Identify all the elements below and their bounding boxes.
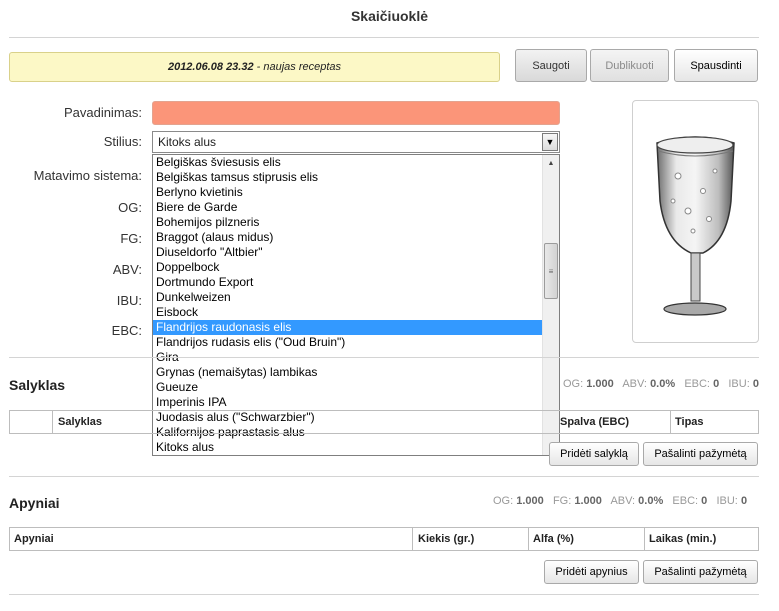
dropdown-option[interactable]: Gueuze	[153, 380, 543, 395]
name-label: Pavadinimas:	[63, 105, 142, 120]
divider	[9, 37, 759, 38]
dropdown-option[interactable]: Belgiškas šviesusis elis	[153, 155, 543, 170]
print-button[interactable]: Spausdinti	[674, 49, 758, 82]
malt-col-type: Tipas	[675, 416, 704, 428]
malt-ebc-value: 0	[713, 378, 720, 390]
hops-col-time: Laikas (min.)	[649, 533, 717, 545]
name-input[interactable]	[152, 101, 560, 125]
notice-date: 2012.06.08 23.32	[167, 61, 254, 73]
malt-og-value: 1.000	[586, 378, 614, 390]
save-button[interactable]: Saugoti	[515, 49, 587, 82]
dropdown-option[interactable]: Berlyno kvietinis	[153, 185, 543, 200]
malt-og-label: OG:	[563, 378, 584, 390]
og-label: OG:	[118, 200, 142, 215]
add-malt-button[interactable]: Pridėti salyklą	[549, 442, 639, 466]
hops-ebc-value: 0	[701, 495, 708, 507]
dropdown-option[interactable]: Doppelbock	[153, 260, 543, 275]
divider	[9, 357, 759, 358]
hops-abv-value: 0.0%	[638, 495, 664, 507]
dropdown-option[interactable]: Braggot (alaus midus)	[153, 230, 543, 245]
scroll-thumb[interactable]: ≡	[544, 243, 558, 299]
malt-col-name: Salyklas	[58, 416, 103, 428]
abv-label: ABV:	[112, 262, 142, 277]
hops-fg-value: 1.000	[574, 495, 602, 507]
recipe-notice: 2012.06.08 23.32 - naujas receptas	[9, 52, 500, 82]
hops-ibu-value: 0	[740, 495, 748, 507]
ibu-label: IBU:	[116, 293, 142, 308]
ebc-label: EBC:	[111, 323, 142, 338]
dropdown-option[interactable]: Grynas (nemaišytas) lambikas	[153, 365, 543, 380]
add-hops-button[interactable]: Pridėti apynius	[544, 560, 639, 584]
dropdown-option[interactable]: Dortmundo Export	[153, 275, 543, 290]
measure-system-label: Matavimo sistema:	[33, 168, 142, 183]
remove-selected-malt-button[interactable]: Pašalinti pažymėtą	[643, 442, 758, 466]
dropdown-option[interactable]: Flandrijos raudonasis elis	[153, 320, 543, 335]
malt-ibu-label: IBU:	[728, 378, 750, 390]
malt-ebc-label: EBC:	[684, 378, 710, 390]
hops-col-amount: Kiekis (gr.)	[418, 533, 475, 545]
hops-og-label: OG:	[493, 495, 514, 507]
malt-ibu-value: 0	[752, 378, 759, 390]
dropdown-option[interactable]: Kitoks alus	[153, 440, 543, 455]
divider	[9, 476, 759, 477]
malt-section-title: Salyklas	[9, 377, 66, 393]
hops-stats: OG: 1.000 FG: 1.000 ABV: 0.0% EBC: 0 IBU…	[493, 495, 747, 507]
dropdown-option[interactable]: Imperinis IPA	[153, 395, 543, 410]
divider	[9, 594, 759, 595]
malt-stats: OG: 1.000 ABV: 0.0% EBC: 0 IBU: 0	[563, 378, 759, 390]
remove-selected-hops-button[interactable]: Pašalinti pažymėtą	[643, 560, 758, 584]
fg-label: FG:	[120, 231, 142, 246]
hops-table-header: Apyniai Kiekis (gr.) Alfa (%) Laikas (mi…	[9, 527, 759, 551]
hops-og-value: 1.000	[516, 495, 544, 507]
hops-ibu-label: IBU:	[716, 495, 738, 507]
hops-ebc-label: EBC:	[672, 495, 699, 507]
dropdown-option[interactable]: Dunkelweizen	[153, 290, 543, 305]
malt-col-color: Spalva (EBC)	[560, 416, 630, 428]
dropdown-option[interactable]: Flandrijos rudasis elis ("Oud Bruin")	[153, 335, 543, 350]
beer-glass-icon	[656, 136, 735, 316]
hops-abv-label: ABV:	[610, 495, 636, 507]
beer-glass-image	[632, 100, 759, 343]
style-select[interactable]: Kitoks alus ▼	[152, 131, 560, 153]
dropdown-option[interactable]: Eisbock	[153, 305, 543, 320]
chevron-down-icon[interactable]: ▼	[542, 133, 558, 151]
page-title: Skaičiuoklė	[350, 8, 429, 24]
hops-col-alpha: Alfa (%)	[533, 533, 574, 545]
hops-section-title: Apyniai	[9, 495, 60, 511]
dropdown-option[interactable]: Diuseldorfo "Altbier"	[153, 245, 543, 260]
dropdown-option[interactable]: Biere de Garde	[153, 200, 543, 215]
malt-abv-value: 0.0%	[650, 378, 676, 390]
dropdown-option[interactable]: Belgiškas tamsus stiprusis elis	[153, 170, 543, 185]
style-label: Stilius:	[103, 134, 142, 149]
hops-col-name: Apyniai	[14, 533, 54, 545]
scroll-up-icon[interactable]: ▲	[543, 155, 559, 171]
duplicate-button[interactable]: Dublikuoti	[590, 49, 669, 82]
hops-fg-label: FG:	[552, 495, 572, 507]
malt-abv-label: ABV:	[622, 378, 647, 390]
dropdown-option[interactable]: Bohemijos pilzneris	[153, 215, 543, 230]
malt-table-header: Salyklas Spalva (EBC) Tipas	[9, 410, 759, 434]
style-select-value: Kitoks alus	[158, 135, 217, 149]
notice-text: - naujas receptas	[253, 61, 342, 73]
